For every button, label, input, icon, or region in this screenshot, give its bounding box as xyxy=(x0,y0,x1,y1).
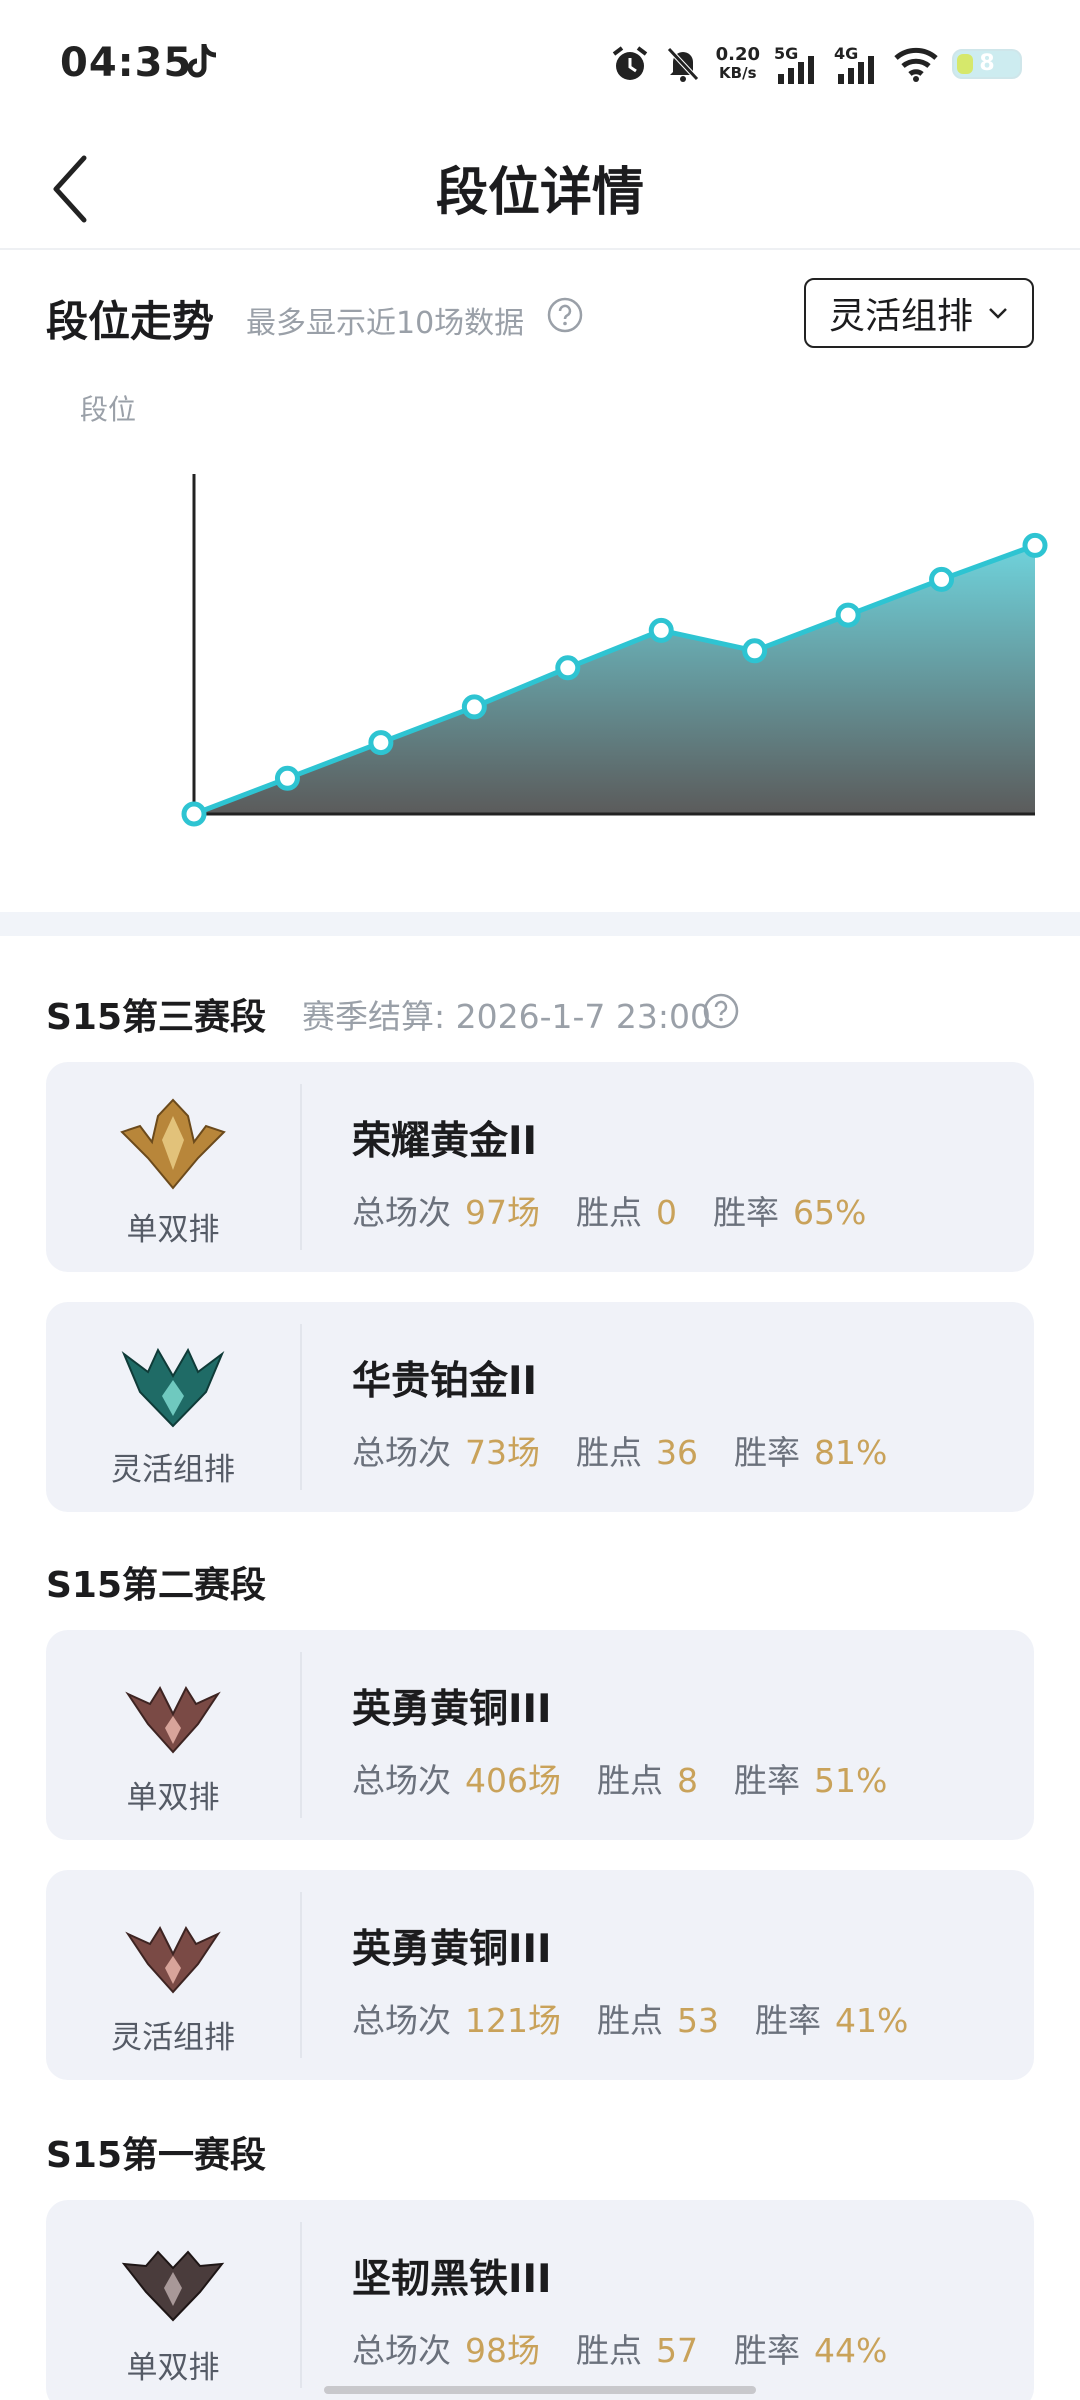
bronze-emblem-icon xyxy=(125,1925,221,1994)
help-icon[interactable] xyxy=(702,992,740,1030)
mute-bell-icon xyxy=(666,47,699,82)
help-icon[interactable] xyxy=(546,296,584,334)
rank-card[interactable]: 灵活组排 英勇黄铜III 总场次 121场 胜点 53 胜率 41% xyxy=(46,1870,1034,2080)
page-title: 段位详情 xyxy=(435,163,644,223)
net-speed: 0.20 KB/s xyxy=(715,44,760,82)
league-points: 57 xyxy=(656,2331,698,2370)
rank-card-left: 单双排 xyxy=(46,2200,300,2400)
league-points: 53 xyxy=(677,2001,719,2040)
chart-data-point[interactable] xyxy=(461,694,487,720)
status-time: 04:35 xyxy=(60,40,193,86)
rank-stats: 总场次 73场 胜点 36 胜率 81% xyxy=(352,1433,888,1472)
home-indicator[interactable] xyxy=(324,2386,756,2394)
chart-data-point[interactable] xyxy=(368,730,394,756)
chart-data-point[interactable] xyxy=(648,617,674,643)
queue-type-dropdown[interactable]: 灵活组排 xyxy=(804,278,1034,348)
total-games: 98场 xyxy=(465,2331,540,2370)
total-games: 406场 xyxy=(465,1761,561,1800)
rank-trend-chart xyxy=(181,474,1048,827)
season-settlement-time: 赛季结算: 2026-1-7 23:00 xyxy=(302,997,711,1036)
chart-data-point[interactable] xyxy=(555,655,581,681)
alarm-icon xyxy=(612,46,647,80)
season-title: S15第二赛段 xyxy=(46,1565,267,1606)
total-games: 121场 xyxy=(465,2001,561,2040)
section-divider xyxy=(0,912,1080,936)
rank-card[interactable]: 单双排 坚韧黑铁III 总场次 98场 胜点 57 胜率 44% xyxy=(46,2200,1034,2400)
season-title: S15第一赛段 xyxy=(46,2135,267,2176)
status-icons: 0.20 KB/s 5G 4G 8 xyxy=(610,40,1022,88)
bronze-emblem-icon xyxy=(125,1685,221,1754)
league-points: 0 xyxy=(656,1193,677,1232)
chart-data-point[interactable] xyxy=(835,602,861,628)
iron-emblem-icon xyxy=(121,2250,225,2322)
platinum-emblem-icon xyxy=(121,1347,225,1428)
rank-name: 荣耀黄金II xyxy=(352,1119,538,1164)
queue-label: 灵活组排 xyxy=(111,1452,235,1488)
rank-name: 华贵铂金II xyxy=(352,1359,538,1404)
queue-label: 单双排 xyxy=(126,1212,220,1248)
win-rate: 65% xyxy=(793,1193,867,1232)
season-title: S15第三赛段 xyxy=(46,997,267,1038)
dropdown-label: 灵活组排 xyxy=(828,296,973,337)
league-points: 36 xyxy=(656,1433,698,1472)
queue-label: 灵活组排 xyxy=(111,2020,235,2056)
tiktok-icon xyxy=(187,44,217,78)
rank-stats: 总场次 98场 胜点 57 胜率 44% xyxy=(352,2331,888,2370)
chart-data-point[interactable] xyxy=(929,566,955,592)
rank-stats: 总场次 121场 胜点 53 胜率 41% xyxy=(352,2001,909,2040)
total-games: 73场 xyxy=(465,1433,540,1472)
nav-bar: 段位详情 xyxy=(0,130,1080,250)
rank-card-left: 灵活组排 xyxy=(46,1870,300,2080)
rank-card-left: 单双排 xyxy=(46,1630,300,1840)
rank-card[interactable]: 单双排 英勇黄铜III 总场次 406场 胜点 8 胜率 51% xyxy=(46,1630,1034,1840)
battery-icon: 8 xyxy=(952,49,1022,79)
rank-name: 坚韧黑铁III xyxy=(352,2257,552,2302)
rank-card-left: 灵活组排 xyxy=(46,1302,300,1512)
win-rate: 44% xyxy=(814,2331,888,2370)
rank-card[interactable]: 灵活组排 华贵铂金II 总场次 73场 胜点 36 胜率 81% xyxy=(46,1302,1034,1512)
gold-emblem-icon xyxy=(120,1098,226,1190)
win-rate: 41% xyxy=(835,2001,909,2040)
chart-data-point[interactable] xyxy=(742,638,768,664)
status-bar: 04:35 0.20 KB/s 5G 4G 8 xyxy=(0,0,1080,130)
rank-card[interactable]: 单双排 荣耀黄金II 总场次 97场 胜点 0 胜率 65% xyxy=(46,1062,1034,1272)
chart-data-point[interactable] xyxy=(1022,532,1048,558)
chart-data-point[interactable] xyxy=(181,801,207,827)
queue-label: 单双排 xyxy=(126,2350,220,2386)
queue-label: 单双排 xyxy=(126,1780,220,1816)
rank-card-left: 单双排 xyxy=(46,1062,300,1272)
rank-name: 英勇黄铜III xyxy=(352,1927,552,1972)
signal-5g-icon: 5G xyxy=(774,44,820,84)
chevron-down-icon xyxy=(989,308,1007,319)
win-rate: 51% xyxy=(814,1761,888,1800)
wifi-icon xyxy=(894,47,938,82)
trend-title: 段位走势 xyxy=(46,297,215,346)
chart-area-fill xyxy=(194,545,1035,814)
rank-stats: 总场次 406场 胜点 8 胜率 51% xyxy=(352,1761,888,1800)
total-games: 97场 xyxy=(465,1193,540,1232)
win-rate: 81% xyxy=(814,1433,888,1472)
league-points: 8 xyxy=(677,1761,698,1800)
chart-data-point[interactable] xyxy=(274,765,300,791)
signal-4g-icon: 4G xyxy=(834,44,880,84)
chart-y-axis-label: 段位 xyxy=(80,393,137,426)
rank-name: 英勇黄铜III xyxy=(352,1687,552,1732)
trend-hint: 最多显示近10场数据 xyxy=(246,306,525,341)
rank-stats: 总场次 97场 胜点 0 胜率 65% xyxy=(352,1193,867,1232)
